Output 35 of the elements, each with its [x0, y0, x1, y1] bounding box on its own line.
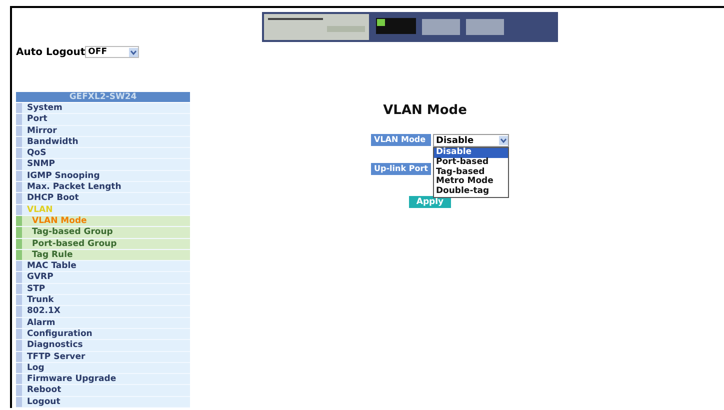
vlan-mode-label: VLAN Mode [371, 134, 431, 146]
auto-logout-select[interactable]: OFF [85, 46, 140, 58]
sidebar-item[interactable]: Logout [16, 396, 190, 408]
sidebar-item[interactable]: GVRP [16, 272, 190, 284]
sidebar-title: GEFXL2-SW24 [16, 92, 190, 103]
sidebar-item[interactable]: MAC Table [16, 261, 190, 272]
auto-logout-label: Auto Logout [16, 46, 86, 58]
sidebar-item[interactable]: IGMP Snooping [16, 170, 190, 182]
sidebar-item[interactable]: Diagnostics [16, 340, 190, 352]
dropdown-arrow-icon [129, 48, 138, 56]
vlan-mode-select[interactable]: Disable [432, 134, 509, 147]
sidebar-subitem[interactable]: Tag-based Group [16, 227, 190, 239]
sidebar-subitem[interactable]: Tag Rule [16, 250, 190, 262]
sidebar-item[interactable]: STP [16, 284, 190, 296]
sidebar-subitem[interactable]: Port-based Group [16, 238, 190, 250]
dropdown-arrow-icon [498, 136, 508, 145]
page-title: VLAN Mode [383, 103, 467, 118]
sidebar-item[interactable]: QoS [16, 148, 190, 160]
sidebar-item[interactable]: Alarm [16, 318, 190, 329]
sidebar-item[interactable]: Mirror [16, 126, 190, 137]
sidebar-item[interactable]: TFTP Server [16, 352, 190, 363]
sidebar-item[interactable]: System [16, 103, 190, 114]
sidebar-item[interactable]: DHCP Boot [16, 193, 190, 205]
sidebar-item[interactable]: Log [16, 362, 190, 374]
sidebar-item[interactable]: Port [16, 114, 190, 126]
sidebar-item[interactable]: Trunk [16, 295, 190, 306]
sidebar-item[interactable]: SNMP [16, 159, 190, 171]
sidebar-item[interactable]: Bandwidth [16, 136, 190, 148]
sidebar-item[interactable]: Configuration [16, 328, 190, 340]
uplink-port-label: Up-link Port [371, 163, 431, 175]
sidebar-item[interactable]: Max. Packet Length [16, 182, 190, 194]
sidebar-item[interactable]: 802.1X [16, 306, 190, 318]
sidebar-item[interactable]: Firmware Upgrade [16, 374, 190, 386]
dropdown-option[interactable]: Disable [434, 148, 508, 158]
sidebar-item[interactable]: Reboot [16, 385, 190, 397]
